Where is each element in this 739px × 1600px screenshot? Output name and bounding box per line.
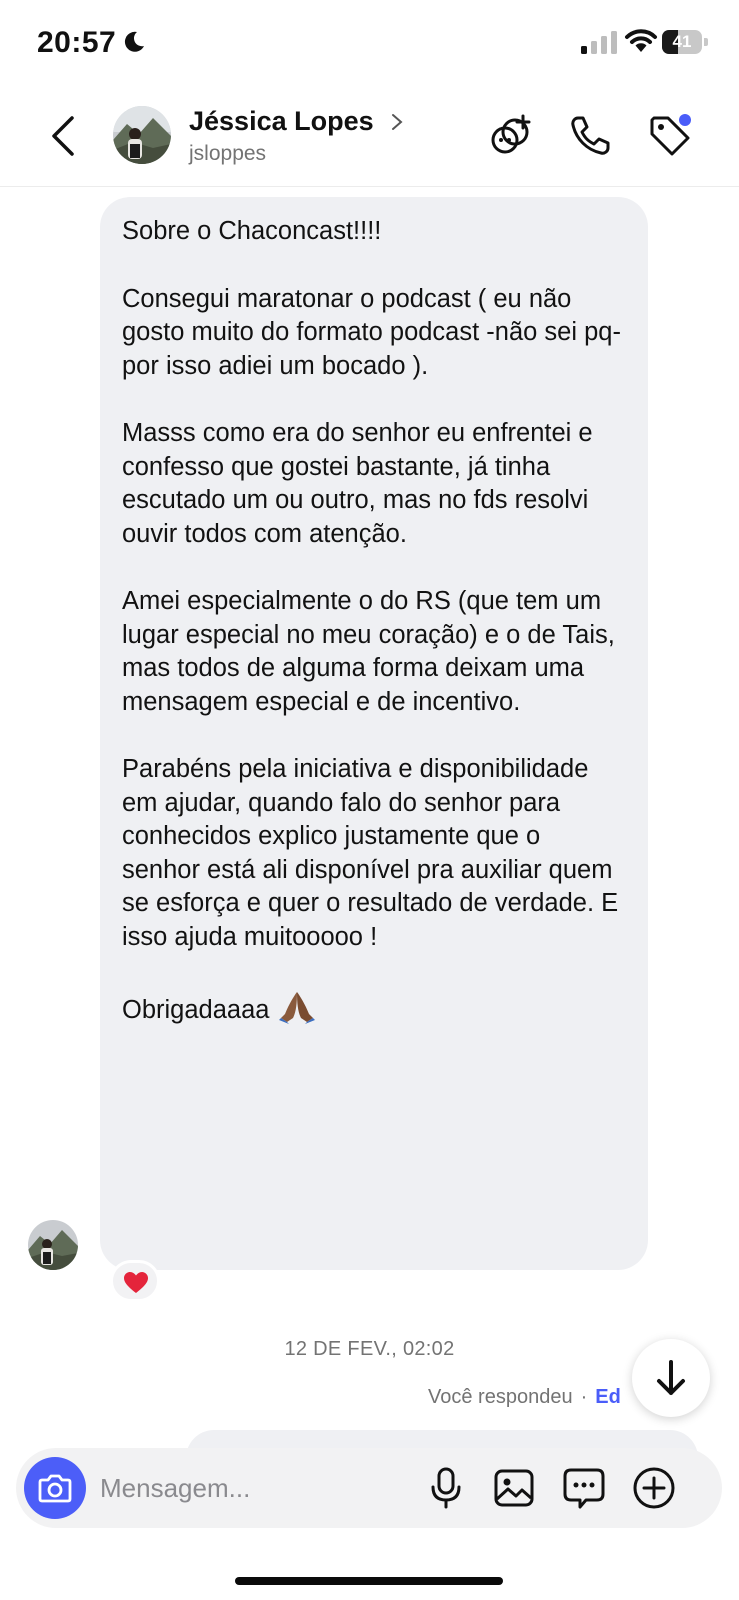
contact-avatar[interactable] bbox=[113, 106, 171, 164]
reply-edit-link[interactable]: Ed bbox=[595, 1386, 621, 1408]
message-timestamp: 12 DE FEV., 02:02 bbox=[284, 1338, 455, 1360]
message-paragraph: Consegui maratonar o podcast ( eu não go… bbox=[122, 284, 621, 380]
signal-icon bbox=[581, 31, 617, 54]
red-heart-icon bbox=[124, 1272, 148, 1293]
phone-icon[interactable] bbox=[566, 112, 614, 160]
message-paragraph: Sobre o Chaconcast!!!! bbox=[122, 217, 382, 245]
message-composer bbox=[16, 1448, 722, 1528]
chevron-right-icon[interactable] bbox=[390, 112, 404, 132]
message-last-line: Obrigadaaaa bbox=[122, 988, 624, 1028]
status-time: 20:57 bbox=[37, 26, 117, 59]
message-paragraph: Obrigadaaaa bbox=[122, 996, 270, 1024]
add-to-group-icon[interactable] bbox=[487, 112, 535, 160]
battery-indicator: 41 bbox=[662, 30, 708, 54]
message-paragraph: Amei especialmente o do RS (que tem um l… bbox=[122, 587, 615, 716]
plus-circle-icon[interactable] bbox=[632, 1466, 676, 1510]
praying-hands-icon bbox=[279, 992, 316, 1024]
camera-button[interactable] bbox=[24, 1457, 86, 1519]
reply-note-dot: · bbox=[580, 1386, 588, 1408]
message-paragraph: Parabéns pela iniciativa e disponibilida… bbox=[122, 755, 619, 951]
scroll-to-bottom-button[interactable] bbox=[632, 1339, 710, 1417]
contact-username: jsloppes bbox=[189, 142, 267, 165]
message-input[interactable] bbox=[100, 1470, 400, 1506]
home-indicator[interactable] bbox=[235, 1577, 503, 1585]
moon-icon bbox=[124, 31, 144, 52]
gallery-icon[interactable] bbox=[492, 1466, 536, 1510]
reply-note: Você respondeu · Ed bbox=[428, 1386, 621, 1409]
reply-note-text: Você respondeu bbox=[428, 1386, 573, 1408]
microphone-icon[interactable] bbox=[424, 1466, 468, 1510]
camera-icon bbox=[38, 1474, 72, 1503]
sticker-chat-icon[interactable] bbox=[562, 1466, 606, 1510]
battery-level: 41 bbox=[672, 32, 692, 51]
message-paragraph: Masss como era do senhor eu enfrentei e … bbox=[122, 419, 593, 548]
sender-avatar[interactable] bbox=[28, 1220, 78, 1270]
contact-name[interactable]: Jéssica Lopes bbox=[189, 106, 374, 137]
status-bar: 20:57 41 bbox=[0, 0, 739, 86]
tag-icon[interactable] bbox=[646, 112, 694, 160]
reaction-badge[interactable] bbox=[110, 1260, 160, 1302]
wifi-icon bbox=[625, 29, 657, 52]
back-chevron-icon[interactable] bbox=[44, 114, 84, 158]
arrow-down-icon bbox=[657, 1360, 685, 1395]
message-bubble[interactable]: Sobre o Chaconcast!!!! Consegui maratona… bbox=[100, 197, 648, 1270]
notification-dot bbox=[679, 114, 691, 126]
chat-header: Jéssica Lopes jsloppes bbox=[0, 86, 739, 187]
